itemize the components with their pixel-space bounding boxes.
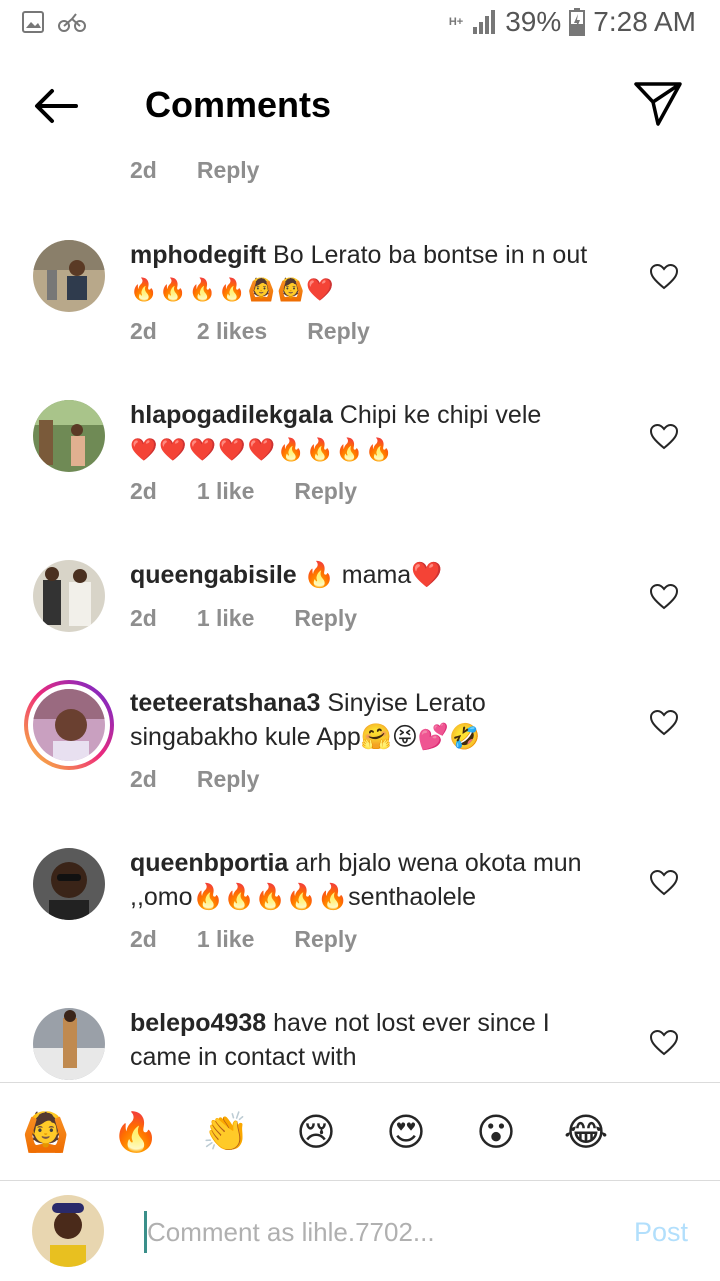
clock: 7:28 AM [593, 6, 696, 37]
comment-username[interactable]: mphodegift [130, 241, 266, 269]
reply-button[interactable]: Reply [197, 766, 260, 793]
back-arrow-icon [35, 89, 78, 123]
battery-percent: 39% [505, 6, 562, 37]
comment-text: teeteeratshana3 Sinyise Lerato singabakh… [130, 686, 600, 754]
heart-icon [649, 583, 679, 610]
emoji-laughing-button[interactable]: 😂 [560, 1107, 612, 1159]
likes-count[interactable]: 2 likes [197, 318, 267, 345]
reply-button[interactable]: Reply [294, 605, 357, 632]
gallery-icon [22, 11, 44, 33]
comment-body: Bo Lerato ba bontse in n out [273, 241, 588, 269]
emoji-quick-bar: 🙆 🔥 👏 😢 😍 😮 😂 [0, 1082, 720, 1181]
post-button[interactable]: Post [634, 1217, 688, 1248]
back-button[interactable] [28, 82, 84, 130]
comment-time: 2d [130, 318, 157, 344]
network-type: H+ [448, 16, 464, 28]
avatar[interactable] [33, 848, 105, 920]
avatar[interactable] [33, 689, 105, 761]
like-button[interactable] [649, 1029, 679, 1056]
comment-text: queengabisile 🔥 mama❤️ [130, 558, 600, 592]
signal-icon [473, 10, 496, 34]
battery-icon [569, 8, 586, 36]
emoji-crying-button[interactable]: 😢 [290, 1107, 342, 1159]
reply-button[interactable]: Reply [294, 478, 357, 505]
scooter-icon [58, 13, 86, 32]
comment-text: belepo4938 have not lost ever since I ca… [130, 1006, 600, 1074]
heart-icon [649, 263, 679, 290]
comment-body: 🔥 mama❤️ [303, 561, 443, 589]
emoji-raising-hands-button[interactable]: 🙆 [20, 1107, 72, 1159]
reply-button[interactable]: Reply [197, 157, 260, 184]
comment-time: 2d [130, 157, 157, 183]
comment-meta: 2d Reply [130, 157, 299, 184]
heart-icon [649, 869, 679, 896]
share-button[interactable] [632, 78, 684, 130]
like-button[interactable] [649, 709, 679, 736]
emoji-heart-eyes-button[interactable]: 😍 [380, 1107, 432, 1159]
comment-time: 2d [130, 766, 157, 792]
comment-meta: 2d 1 like Reply [130, 605, 397, 632]
reply-button[interactable]: Reply [307, 318, 370, 345]
page-title: Comments [145, 84, 332, 125]
comment-username[interactable]: belepo4938 [130, 1009, 266, 1037]
reply-button[interactable]: Reply [294, 926, 357, 953]
comment-time: 2d [130, 926, 157, 952]
heart-icon [649, 423, 679, 450]
emoji-clap-button[interactable]: 👏 [200, 1107, 252, 1159]
comment-meta: 2d 2 likes Reply [130, 318, 410, 345]
comment-time: 2d [130, 605, 157, 631]
comment-meta: 2d 1 like Reply [130, 926, 397, 953]
comments-list[interactable]: 2d Reply mphodegift Bo Lerato ba bontse … [0, 150, 720, 1082]
heart-icon [649, 709, 679, 736]
avatar[interactable] [33, 240, 105, 312]
comment-text: hlapogadilekgala Chipi ke chipi vele ❤️❤️… [130, 398, 600, 467]
comment-input[interactable] [144, 1211, 589, 1253]
likes-count[interactable]: 1 like [197, 926, 255, 953]
comment-username[interactable]: queengabisile [130, 561, 297, 589]
avatar[interactable] [33, 400, 105, 472]
comment-composer: Post [0, 1180, 720, 1281]
current-user-avatar [32, 1195, 104, 1267]
comment-username[interactable]: queenbportia [130, 849, 288, 877]
like-button[interactable] [649, 583, 679, 610]
comment-meta: 2d Reply [130, 766, 299, 793]
like-button[interactable] [649, 423, 679, 450]
like-button[interactable] [649, 263, 679, 290]
heart-icon [649, 1029, 679, 1056]
comment-text: mphodegift Bo Lerato ba bontse in n out 🔥… [130, 238, 600, 307]
comment-emojis: ❤️❤️❤️❤️❤️🔥🔥🔥🔥 [130, 437, 395, 462]
avatar[interactable] [33, 1008, 105, 1080]
emoji-surprised-button[interactable]: 😮 [470, 1107, 522, 1159]
story-ring[interactable] [24, 680, 114, 770]
emoji-fire-button[interactable]: 🔥 [110, 1107, 162, 1159]
status-bar: H+ 39% 7:28 AM [0, 0, 720, 50]
likes-count[interactable]: 1 like [197, 605, 255, 632]
paper-plane-icon [634, 82, 682, 126]
comment-username[interactable]: teeteeratshana3 [130, 689, 320, 717]
comment-text: queenbportia arh bjalo wena okota mun ,,… [130, 846, 600, 914]
likes-count[interactable]: 1 like [197, 478, 255, 505]
comment-body: Chipi ke chipi vele [339, 401, 542, 429]
like-button[interactable] [649, 869, 679, 896]
header: Comments [0, 60, 720, 150]
avatar[interactable] [33, 560, 105, 632]
comment-username[interactable]: hlapogadilekgala [130, 401, 333, 429]
comment-meta: 2d 1 like Reply [130, 478, 397, 505]
comment-emojis: 🔥🔥🔥🔥🙆🙆❤️ [130, 277, 336, 302]
comment-time: 2d [130, 478, 157, 504]
